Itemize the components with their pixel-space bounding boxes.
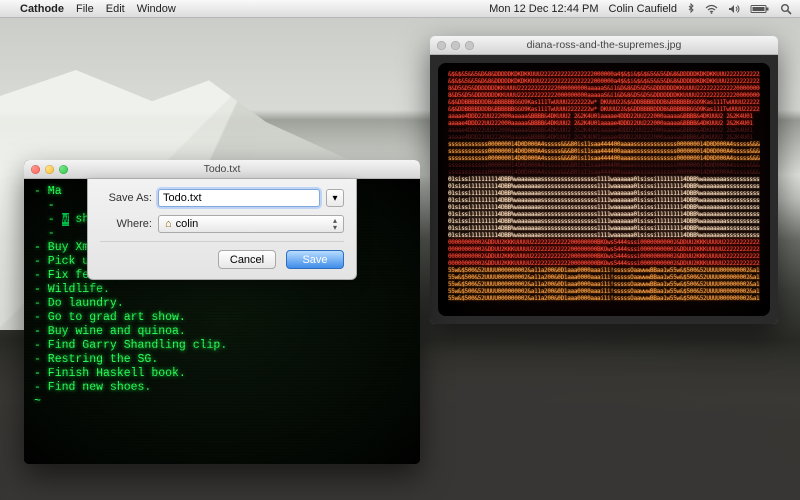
- cancel-button[interactable]: Cancel: [218, 250, 276, 269]
- volume-icon[interactable]: [728, 4, 740, 14]
- save-as-label: Save As:: [100, 192, 152, 204]
- menu-user[interactable]: Colin Caufield: [609, 3, 677, 15]
- close-button[interactable]: [437, 41, 446, 50]
- image-window-title: diana-ross-and-the-supremes.jpg: [430, 39, 778, 51]
- ascii-art-image: &$&$&5&&5&D&8&DDDDDKDKDKKUUU222222222222…: [438, 63, 770, 316]
- zoom-button[interactable]: [465, 41, 474, 50]
- save-button[interactable]: Save: [286, 250, 344, 269]
- where-select[interactable]: ⌂ colin ▴▾: [158, 215, 344, 233]
- terminal-window-title: Todo.txt: [24, 163, 420, 175]
- bluetooth-icon[interactable]: [687, 3, 695, 14]
- menu-edit[interactable]: Edit: [106, 3, 125, 15]
- minimize-button[interactable]: [45, 165, 54, 174]
- image-window[interactable]: diana-ross-and-the-supremes.jpg &$&$&5&&…: [430, 36, 778, 324]
- where-label: Where:: [100, 218, 152, 230]
- menu-clock[interactable]: Mon 12 Dec 12:44 PM: [489, 3, 598, 15]
- terminal-titlebar[interactable]: Todo.txt: [24, 160, 420, 179]
- wifi-icon[interactable]: [705, 4, 718, 14]
- where-value: colin: [176, 218, 199, 230]
- menu-file[interactable]: File: [76, 3, 94, 15]
- image-window-content: &$&$&5&&5&D&8&DDDDDKDKDKKUUU222222222222…: [430, 55, 778, 324]
- image-window-titlebar[interactable]: diana-ross-and-the-supremes.jpg: [430, 36, 778, 55]
- chevron-up-down-icon: ▴▾: [333, 217, 337, 231]
- spotlight-icon[interactable]: [780, 3, 792, 15]
- zoom-button[interactable]: [59, 165, 68, 174]
- menu-bar: Cathode File Edit Window Mon 12 Dec 12:4…: [0, 0, 800, 18]
- battery-icon[interactable]: [750, 4, 770, 14]
- menu-window[interactable]: Window: [137, 3, 176, 15]
- home-icon: ⌂: [165, 218, 172, 230]
- disclosure-button[interactable]: ▾: [326, 189, 344, 207]
- terminal-window[interactable]: Todo.txt - Ma - - W shed Out - - Buy Xma…: [24, 160, 420, 464]
- close-button[interactable]: [31, 165, 40, 174]
- save-sheet: Save As: ▾ Where: ⌂ colin ▴▾ Cancel Save: [87, 179, 357, 280]
- minimize-button[interactable]: [451, 41, 460, 50]
- app-menu[interactable]: Cathode: [20, 3, 64, 15]
- filename-input[interactable]: [158, 189, 320, 207]
